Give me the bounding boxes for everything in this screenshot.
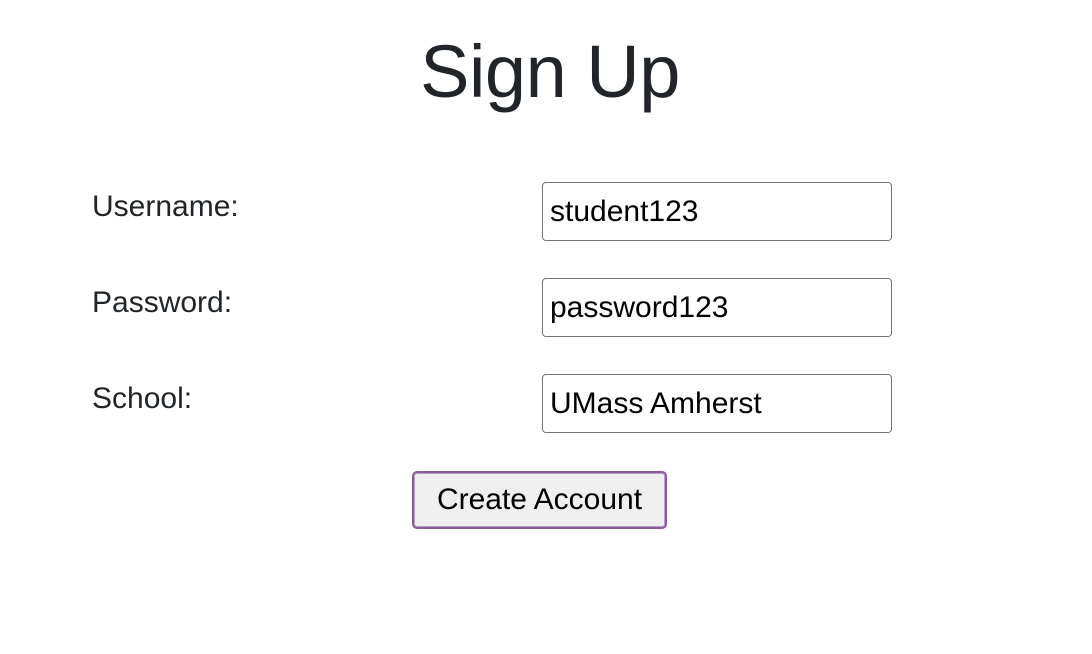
- create-account-button[interactable]: Create Account: [412, 471, 667, 529]
- school-label: School:: [92, 382, 193, 415]
- school-input[interactable]: [542, 374, 892, 433]
- password-label: Password:: [92, 286, 233, 319]
- password-input[interactable]: [542, 278, 892, 337]
- username-label: Username:: [92, 190, 239, 223]
- username-input[interactable]: [542, 182, 892, 241]
- page-title: Sign Up: [420, 30, 680, 113]
